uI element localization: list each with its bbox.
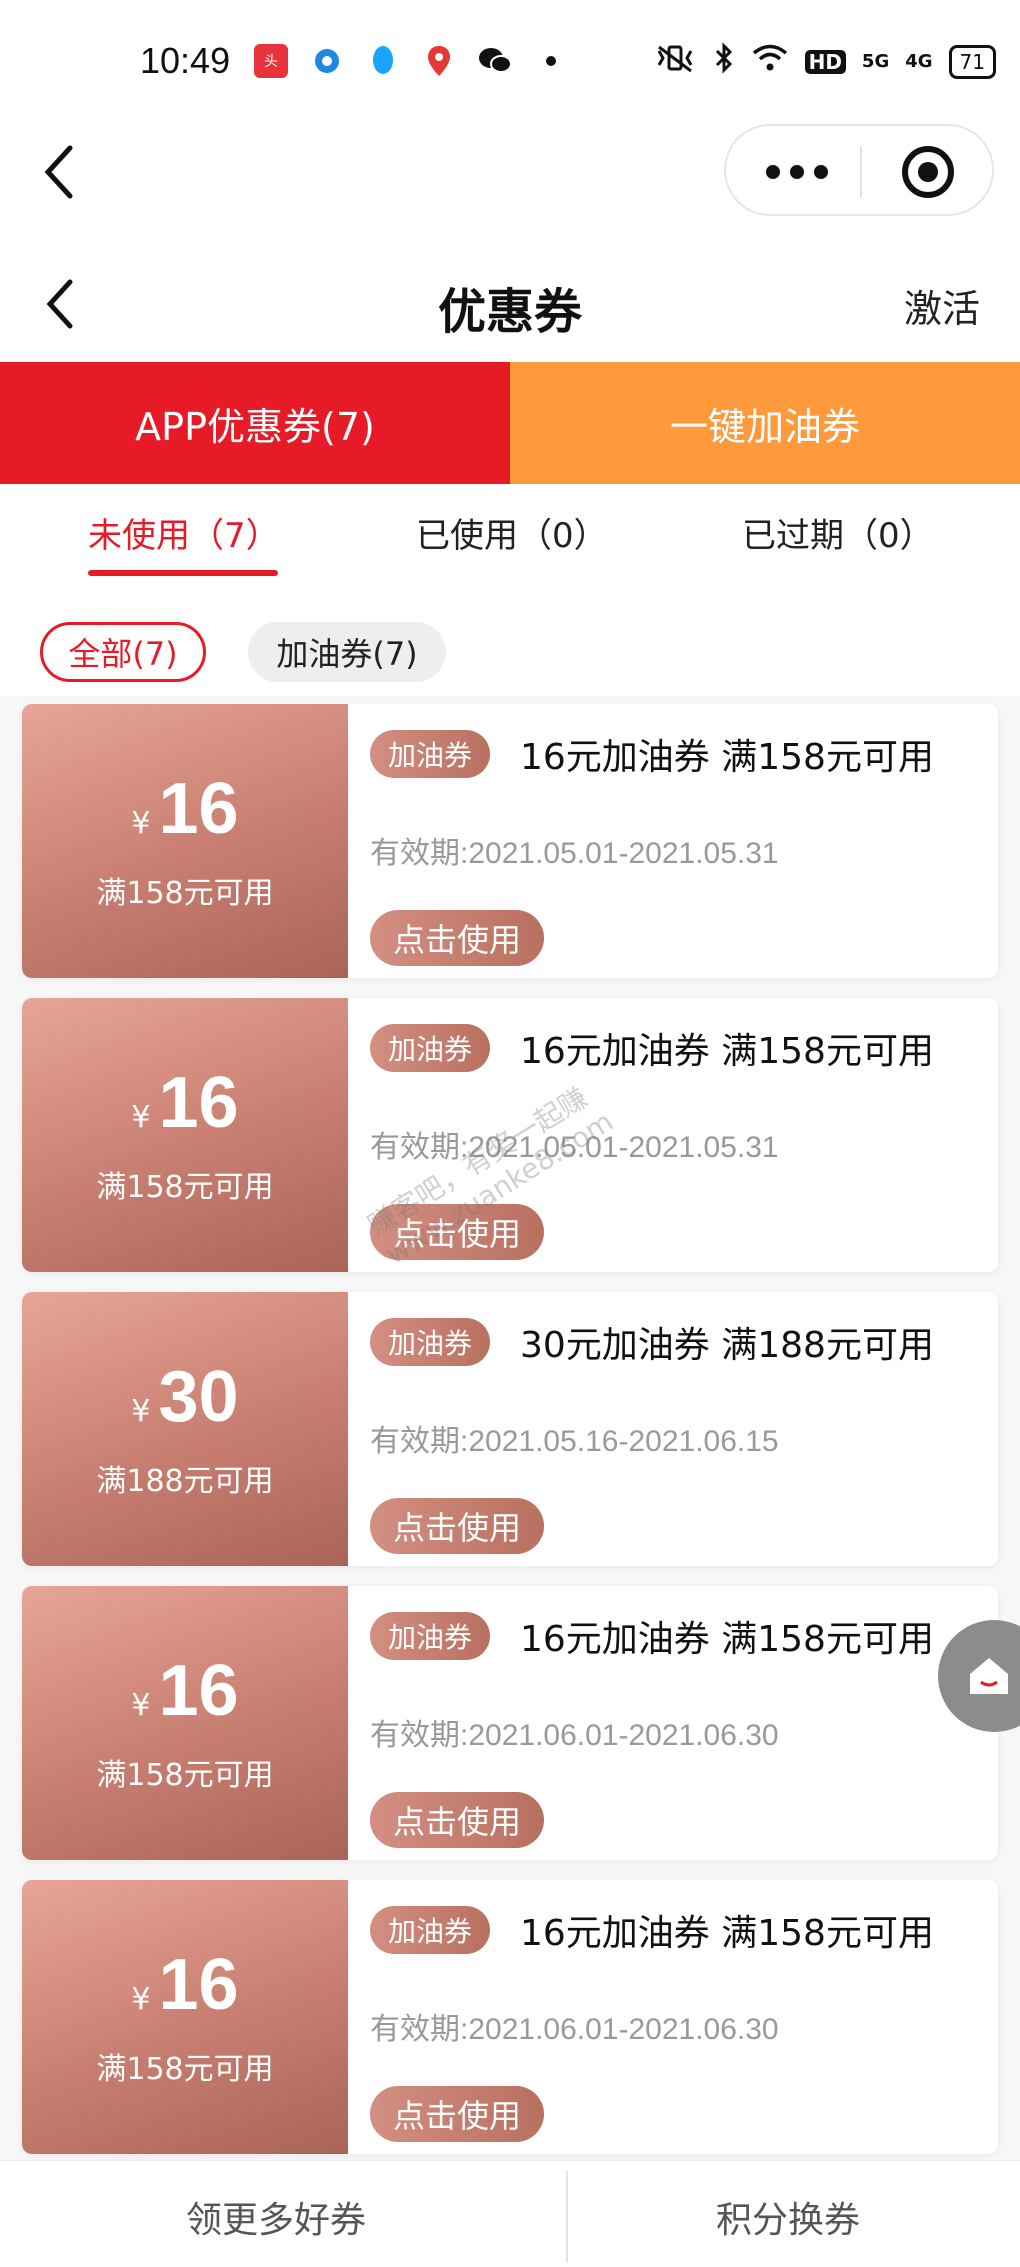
tab-expired[interactable]: 已过期（0） [742, 508, 934, 557]
coupon-type-tag: 加油券 [370, 1906, 491, 1954]
status-bar: 10:49 头 HD 5G 4G 71 [0, 0, 1020, 124]
bottom-divider [566, 2171, 568, 2263]
coupon-title: 16元加油券 满158元可用 [520, 1913, 934, 1954]
coupon-validity: 有效期:2021.06.01-2021.06.30 [370, 1719, 779, 1752]
back-icon[interactable] [40, 142, 80, 202]
coupon-title: 16元加油券 满158元可用 [520, 1619, 934, 1660]
coupon-type-tag: 加油券 [370, 730, 491, 778]
coupon-card: ¥16 满158元可用 加油券 16元加油券 满158元可用 有效期:2021.… [22, 1880, 998, 2154]
currency-symbol: ¥ [131, 1394, 151, 1429]
filter-chips: 全部(7) 加油券(7) [0, 586, 1020, 696]
coupon-min-spend: 满188元可用 [96, 1464, 274, 1499]
currency-symbol: ¥ [131, 1982, 151, 2017]
currency-symbol: ¥ [131, 1100, 151, 1135]
wifi-icon [751, 43, 789, 80]
get-more-coupons-button[interactable]: 领更多好券 [186, 2191, 366, 2243]
qq-icon [366, 44, 400, 78]
mini-program-capsule [724, 124, 994, 216]
active-tab-underline [88, 570, 278, 576]
use-coupon-button[interactable]: 点击使用 [370, 2086, 544, 2142]
5g-signal-icon: 5G [861, 51, 890, 72]
coupon-type-tag: 加油券 [370, 1612, 491, 1660]
currency-symbol: ¥ [131, 806, 151, 841]
notification-icons: 头 [254, 44, 568, 78]
coupon-value-panel: ¥16 满158元可用 [22, 998, 348, 1272]
coupon-info: 加油券 16元加油券 满158元可用 有效期:2021.06.01-2021.0… [348, 1586, 998, 1860]
coupon-card: ¥30 满188元可用 加油券 30元加油券 满188元可用 有效期:2021.… [22, 1292, 998, 1566]
coupon-amount: 16 [158, 769, 239, 849]
tab-unused[interactable]: 未使用（7） [88, 508, 280, 557]
battery-indicator: 71 [948, 44, 996, 79]
close-program-icon[interactable] [902, 146, 954, 198]
coupon-title: 16元加油券 满158元可用 [520, 737, 934, 778]
points-exchange-button[interactable]: 积分换券 [716, 2191, 860, 2243]
mini-program-header [0, 124, 1020, 254]
page-title: 优惠券 [437, 284, 582, 340]
coupon-source-segment: APP优惠券(7) 一键加油券 [0, 362, 1020, 484]
coupon-type-tag: 加油券 [370, 1024, 491, 1072]
coupon-info: 加油券 16元加油券 满158元可用 有效期:2021.06.01-2021.0… [348, 1880, 998, 2154]
coupon-value-panel: ¥16 满158元可用 [22, 704, 348, 978]
capsule-divider [860, 146, 862, 198]
bottom-bar: 领更多好券 积分换券 [0, 2160, 1020, 2267]
currency-symbol: ¥ [131, 1688, 151, 1723]
coupon-amount: 16 [158, 1945, 239, 2025]
dot-icon [534, 44, 568, 78]
use-coupon-button[interactable]: 点击使用 [370, 1498, 544, 1554]
filter-oil-chip[interactable]: 加油券(7) [248, 622, 446, 682]
filter-all-chip[interactable]: 全部(7) [40, 622, 206, 682]
coupon-validity: 有效期:2021.06.01-2021.06.30 [370, 2013, 779, 2046]
coupon-type-tag: 加油券 [370, 1318, 491, 1366]
coupon-card: ¥16 满158元可用 加油券 16元加油券 满158元可用 有效期:2021.… [22, 704, 998, 978]
coupon-validity: 有效期:2021.05.16-2021.06.15 [370, 1425, 779, 1458]
coupon-card: ¥16 满158元可用 加油券 16元加油券 满158元可用 有效期:2021.… [22, 1586, 998, 1860]
status-time: 10:49 [140, 40, 231, 81]
coupon-title: 16元加油券 满158元可用 [520, 1031, 934, 1072]
mute-vibrate-icon [653, 43, 697, 80]
coupon-value-panel: ¥30 满188元可用 [22, 1292, 348, 1566]
coupon-min-spend: 满158元可用 [96, 1170, 274, 1205]
use-coupon-button[interactable]: 点击使用 [370, 910, 544, 966]
coupon-amount: 16 [158, 1063, 239, 1143]
wechat-icon [478, 44, 512, 78]
coupon-min-spend: 满158元可用 [96, 2052, 274, 2087]
coupon-value-panel: ¥16 满158元可用 [22, 1880, 348, 2154]
hd-icon: HD [804, 49, 846, 74]
coupon-min-spend: 满158元可用 [96, 876, 274, 911]
bluetooth-icon [713, 42, 735, 81]
tab-app-coupons[interactable]: APP优惠券(7) [0, 362, 510, 484]
more-icon[interactable] [766, 154, 866, 190]
coupon-amount: 16 [158, 1651, 239, 1731]
circle-app-icon [310, 44, 344, 78]
toutiao-icon: 头 [254, 44, 288, 78]
coupon-title: 30元加油券 满188元可用 [520, 1325, 934, 1366]
coupon-list: ¥16 满158元可用 加油券 16元加油券 满158元可用 有效期:2021.… [22, 704, 998, 2174]
system-status-icons: HD 5G 4G 71 [653, 42, 996, 81]
coupon-min-spend: 满158元可用 [96, 1758, 274, 1793]
coupon-info: 加油券 30元加油券 满188元可用 有效期:2021.05.16-2021.0… [348, 1292, 998, 1566]
tab-used[interactable]: 已使用（0） [416, 508, 608, 557]
coupon-amount: 30 [158, 1357, 239, 1437]
coupon-validity: 有效期:2021.05.01-2021.05.31 [370, 837, 779, 870]
activate-button[interactable]: 激活 [904, 278, 980, 333]
use-coupon-button[interactable]: 点击使用 [370, 1792, 544, 1848]
4g-signal-icon: 4G [905, 51, 933, 72]
coupon-value-panel: ¥16 满158元可用 [22, 1586, 348, 1860]
coupon-info: 加油券 16元加油券 满158元可用 有效期:2021.05.01-2021.0… [348, 704, 998, 978]
page-nav: 优惠券 激活 [0, 254, 1020, 362]
status-tabs: 未使用（7） 已使用（0） 已过期（0） [0, 484, 1020, 586]
home-icon [970, 1658, 1008, 1694]
maps-pin-icon [422, 44, 456, 78]
tab-oil-coupons[interactable]: 一键加油券 [510, 362, 1020, 484]
page: 10:49 头 HD 5G 4G 71 优惠券 激活 APP优惠券(7) 一键加… [0, 0, 1020, 2267]
